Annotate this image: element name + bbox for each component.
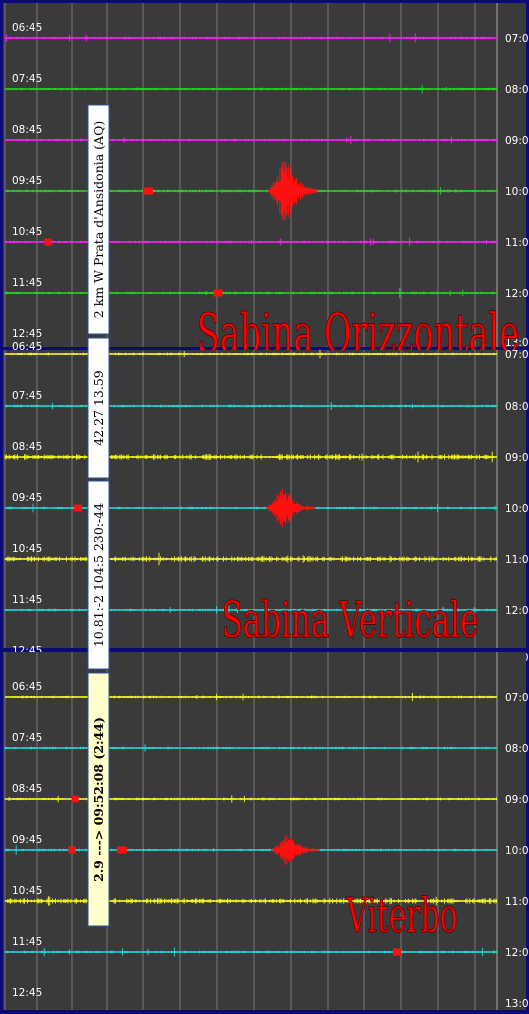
right-tick-label: 07:00	[505, 692, 529, 704]
left-tick-label: 07:45	[12, 732, 42, 744]
right-tick-label: 11:00	[505, 896, 529, 908]
left-tick-label: 10:45	[12, 885, 42, 897]
left-tick-label: 08:45	[12, 124, 42, 136]
left-tick-label: 06:45	[12, 341, 42, 353]
event-info-text: 42.27 13.59	[91, 370, 106, 446]
right-tick-label: 10:00	[505, 845, 529, 857]
right-tick-label: 08:00	[505, 743, 529, 755]
chart-panel-1: 06:45 07:45 08:45 09:45 10:45 11:45 12:45 07:0 0…	[3, 3, 529, 366]
event-info-text: 2.9 ---> 09:52:08 (2:44)	[91, 717, 106, 882]
event-marker	[71, 795, 79, 803]
event-marker	[117, 846, 127, 854]
panel-background	[3, 652, 526, 1010]
event-marker	[44, 238, 52, 246]
right-tick-label: 07:00	[505, 349, 529, 361]
left-tick-label: 11:45	[12, 277, 42, 289]
right-tick-label: 13:00	[505, 998, 529, 1010]
right-tick-label: 09:00	[505, 135, 529, 147]
left-tick-label: 10:45	[12, 543, 42, 555]
right-tick-label: 10:00	[505, 186, 529, 198]
event-info-text: 10.81:-2 104:5 230:-44	[91, 503, 106, 647]
seismogram-display: 06:45 07:45 08:45 09:45 10:45 11:45 12:45 07:0 0…	[0, 0, 529, 1014]
chart-panel-2: 06:4507:4508:4509:4510:4511:4512:4507:0 0…	[3, 341, 529, 664]
station-title: Sabina Verticale	[222, 590, 479, 649]
left-tick-label: 08:45	[12, 783, 42, 795]
left-tick-label: 11:45	[12, 594, 42, 606]
left-tick-label: 09:45	[12, 834, 42, 846]
right-tick-label: 08:00	[505, 84, 529, 96]
right-tick-label: 08:00	[505, 401, 529, 413]
right-tick-label: 11:00	[505, 554, 529, 566]
left-tick-label: 12:45	[12, 328, 42, 340]
left-tick-label: 12:45	[12, 987, 42, 999]
right-tick-label: 12:00	[505, 605, 529, 617]
left-tick-label: 06:45	[12, 681, 42, 693]
event-marker	[74, 504, 82, 512]
right-tick-label: 11:00	[505, 237, 529, 249]
left-tick-label: 07:45	[12, 390, 42, 402]
right-tick-label: 07:00	[505, 33, 529, 45]
event-info-location: 2 km W Prata d'Ansidonia (AQ)	[87, 104, 110, 335]
station-title: Viterbo	[346, 889, 458, 944]
event-marker	[213, 289, 223, 297]
left-tick-label: 06:45	[12, 22, 42, 34]
left-tick-label: 09:45	[12, 492, 42, 504]
event-info-text: 2 km W Prata d'Ansidonia (AQ)	[91, 121, 106, 318]
left-tick-label: 07:45	[12, 73, 42, 85]
event-info-magnitude-time: 2.9 ---> 09:52:08 (2:44)	[87, 672, 110, 927]
right-tick-label: 12:00	[505, 288, 529, 300]
right-tick-label: 10:00	[505, 503, 529, 515]
chart-panel-3: 06:45 07:45 08:45 09:45 10:45 11:45 12:45 07:0 0…	[3, 652, 529, 1010]
event-info-coords: 42.27 13.59	[87, 337, 110, 479]
right-tick-label: 12:00	[505, 947, 529, 959]
event-info-params: 10.81:-2 104:5 230:-44	[87, 480, 110, 670]
left-tick-label: 09:45	[12, 175, 42, 187]
right-tick-label: 09:00	[505, 794, 529, 806]
left-tick-label: 10:45	[12, 226, 42, 238]
right-tick-label: 09:00	[505, 452, 529, 464]
left-tick-label: 11:45	[12, 936, 42, 948]
panel-background	[3, 3, 526, 347]
event-marker	[393, 948, 401, 956]
event-marker	[143, 187, 153, 195]
event-marker	[68, 846, 76, 854]
left-tick-label: 08:45	[12, 441, 42, 453]
